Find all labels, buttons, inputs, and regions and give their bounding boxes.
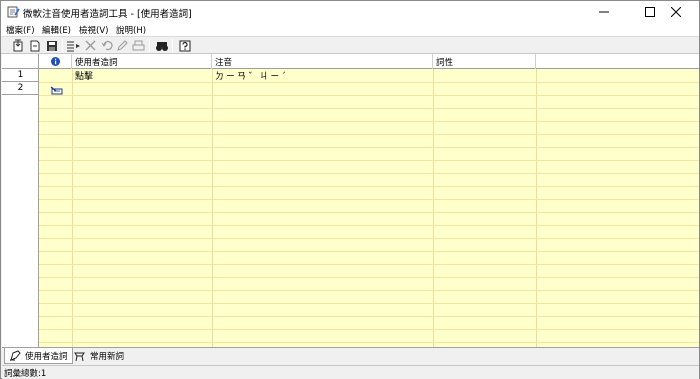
window-title: 微軟注音使用者造詞工具 - [使用者造詞] — [23, 9, 192, 20]
save-button[interactable] — [44, 38, 59, 53]
grid-line — [39, 238, 699, 239]
import-icon — [13, 39, 22, 52]
title-bar[interactable]: 微軟注音使用者造詞工具 - [使用者造詞] — [1, 1, 699, 23]
grid-line — [39, 303, 699, 304]
grid-line — [39, 173, 699, 174]
edit-button[interactable] — [115, 38, 130, 53]
column-header-pos[interactable]: 詞性 — [433, 54, 536, 69]
minimize-icon — [599, 11, 609, 13]
grid-line — [39, 95, 699, 96]
menu-view[interactable]: 檢視(V) — [79, 24, 108, 36]
app-window: 微軟注音使用者造詞工具 - [使用者造詞] 檔案(F) 編輯(E) 檢視(V) … — [0, 0, 700, 379]
add-row-icon — [67, 41, 80, 51]
grid-line — [39, 186, 699, 187]
delete-icon — [85, 40, 96, 51]
help-button[interactable] — [177, 38, 192, 53]
grid-line — [39, 251, 699, 252]
cell-word[interactable]: 點擊 — [75, 71, 93, 83]
grid-line — [39, 108, 699, 109]
row-header-1[interactable]: 1 — [2, 69, 39, 82]
grid-line — [39, 212, 699, 213]
grid-line — [72, 69, 73, 347]
grid-line — [39, 342, 699, 343]
undo-button[interactable] — [99, 38, 114, 53]
grid-line — [433, 69, 434, 347]
close-button[interactable] — [653, 1, 699, 23]
save-icon — [46, 40, 57, 51]
user-words-icon — [10, 350, 21, 361]
menu-file[interactable]: 檔案(F) — [6, 24, 35, 36]
pencil-icon — [117, 40, 128, 51]
sheet-tabs: 使用者造詞 常用新詞 — [2, 347, 699, 364]
toolbar-separator — [62, 39, 63, 52]
binoculars-icon — [155, 41, 168, 51]
print-button[interactable] — [131, 38, 146, 53]
grid-line — [39, 121, 699, 122]
toolbar-separator — [172, 39, 173, 52]
pencil-edit-icon — [50, 86, 63, 95]
grid-line — [39, 134, 699, 135]
grid-line — [39, 316, 699, 317]
column-header-word[interactable]: 使用者造詞 — [72, 54, 212, 69]
menu-edit[interactable]: 編輯(E) — [42, 24, 71, 36]
add-word-button[interactable] — [66, 38, 81, 53]
word-count: 詞彙總數:1 — [4, 369, 47, 379]
column-header-zhuyin[interactable]: 注音 — [212, 54, 433, 69]
find-button[interactable] — [154, 38, 169, 53]
import-button[interactable] — [10, 38, 25, 53]
tab-user-words[interactable]: 使用者造詞 — [4, 348, 73, 364]
info-icon — [50, 57, 60, 66]
tab-label: 使用者造詞 — [25, 351, 68, 362]
grid-line — [39, 264, 699, 265]
row-header-2[interactable]: 2 — [2, 82, 39, 95]
corner-header[interactable] — [2, 54, 39, 69]
menu-bar: 檔案(F) 編輯(E) 檢視(V) 說明(H) — [1, 23, 699, 37]
delete-button[interactable] — [83, 38, 98, 53]
grid-line — [39, 225, 699, 226]
grid-line — [212, 69, 213, 347]
info-column-header[interactable] — [39, 54, 72, 69]
app-icon — [7, 6, 20, 18]
tab-common-words[interactable]: 常用新詞 — [70, 348, 128, 364]
grid-line — [39, 277, 699, 278]
column-header-empty — [536, 54, 699, 69]
grid-line — [39, 199, 699, 200]
grid-line — [39, 147, 699, 148]
cell-zhuyin[interactable]: ㄉㄧㄢˇ ㄐㄧˊ — [215, 71, 288, 83]
grid-header: 使用者造詞 注音 詞性 — [2, 54, 699, 69]
grid-line — [39, 290, 699, 291]
grid-line — [536, 69, 537, 347]
common-words-icon — [74, 352, 85, 361]
row-header-column: 1 2 — [2, 69, 39, 347]
undo-icon — [101, 40, 113, 51]
status-bar: 詞彙總數:1 — [2, 365, 699, 379]
grid-line — [39, 82, 699, 83]
toolbar-separator — [149, 39, 150, 52]
export-icon — [30, 40, 39, 52]
toolbar — [1, 37, 699, 54]
new-row-indicator — [50, 85, 63, 99]
help-icon — [179, 40, 190, 51]
menu-help[interactable]: 說明(H) — [116, 24, 146, 36]
close-icon — [671, 7, 681, 17]
export-button[interactable] — [27, 38, 42, 53]
grid-line — [39, 329, 699, 330]
tab-label: 常用新詞 — [90, 352, 125, 362]
minimize-button[interactable] — [581, 1, 627, 23]
word-grid[interactable]: 使用者造詞 注音 詞性 1 2 點擊 ㄉㄧㄢˇ ㄐㄧˊ — [2, 54, 699, 347]
grid-line — [39, 160, 699, 161]
printer-icon — [132, 40, 145, 50]
